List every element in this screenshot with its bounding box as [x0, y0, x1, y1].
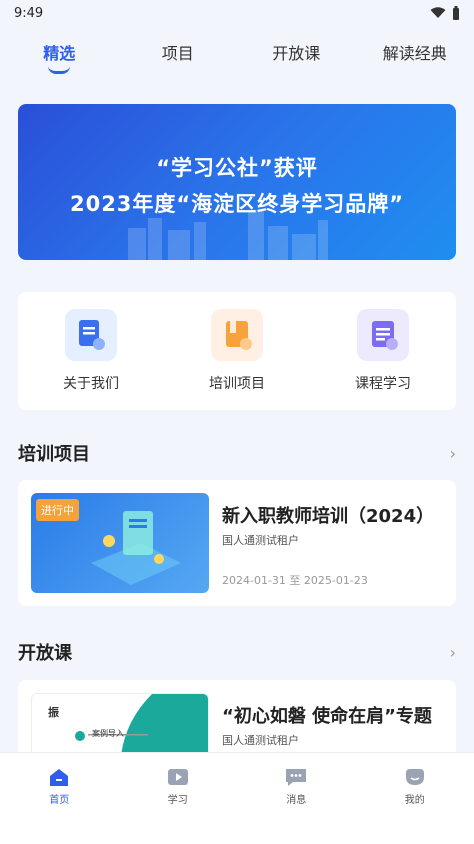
quick-link-label: 培训项目 [209, 376, 265, 392]
message-icon [286, 769, 307, 786]
training-section-header: 培训项目 › [18, 440, 456, 466]
wifi-icon [430, 7, 446, 18]
tab-label: 精选 [43, 44, 76, 63]
section-title: 培训项目 [18, 444, 90, 465]
home-icon [50, 769, 69, 786]
nav-label: 消息 [286, 795, 307, 806]
tab-label: 开放课 [272, 44, 321, 63]
battery-icon [453, 6, 459, 20]
course-org: 国人通测试租户 [222, 534, 299, 547]
tab-projects[interactable]: 项目 [128, 40, 228, 64]
course-title: 新入职教师培训（2024） [222, 506, 435, 527]
banner-line1: “学习公社”获评 [156, 156, 318, 180]
chevron-right-icon[interactable]: › [450, 643, 456, 662]
tab-open-courses[interactable]: 开放课 [246, 40, 346, 64]
quick-link-label: 课程学习 [355, 376, 411, 392]
top-tabs: 精选 项目 开放课 解读经典 [0, 30, 474, 74]
nav-messages[interactable]: 消息 [256, 767, 336, 844]
quick-link-about[interactable]: 关于我们 [31, 309, 151, 393]
tab-classics[interactable]: 解读经典 [365, 40, 465, 64]
training-book-icon [211, 309, 263, 361]
profile-icon [405, 769, 424, 785]
nav-label: 我的 [404, 795, 425, 806]
nav-label: 学习 [167, 795, 188, 806]
nav-profile[interactable]: 我的 [375, 767, 455, 844]
course-date: 2024-01-31 至 2025-01-23 [222, 574, 368, 587]
section-title: 开放课 [18, 643, 72, 664]
nav-home[interactable]: 首页 [19, 767, 99, 844]
quick-links-card: 关于我们 培训项目 课程学习 [18, 292, 456, 410]
tab-indicator [48, 66, 71, 74]
document-icon [65, 309, 117, 361]
thumb-text: 振 [48, 706, 59, 719]
course-thumbnail: 进行中 [31, 493, 209, 593]
bottom-nav: 首页 学习 消息 我的 [0, 752, 474, 844]
skyline-graphic [128, 210, 328, 260]
quick-link-training[interactable]: 培训项目 [177, 309, 297, 393]
thumb-text: 案例导入 [92, 729, 124, 738]
promo-banner[interactable]: “学习公社”获评 2023年度“海淀区终身学习品牌” [18, 104, 456, 260]
tab-selected[interactable]: 精选 [9, 40, 109, 74]
nav-label: 首页 [49, 795, 70, 806]
quick-link-label: 关于我们 [63, 376, 119, 392]
status-time: 9:49 [14, 5, 44, 21]
quick-link-course[interactable]: 课程学习 [323, 309, 443, 393]
course-org: 国人通测试租户 [222, 734, 299, 747]
training-course-card[interactable]: 进行中 新入职教师培训（2024） 国人通测试租户 2024-01-31 至 2… [18, 480, 456, 606]
open-section-header: 开放课 › [18, 639, 456, 665]
study-icon [167, 769, 188, 785]
status-badge: 进行中 [36, 499, 79, 521]
status-bar: 9:49 [0, 0, 474, 26]
nav-study[interactable]: 学习 [138, 767, 218, 844]
tab-label: 解读经典 [382, 44, 447, 63]
tab-label: 项目 [161, 44, 194, 63]
chevron-right-icon[interactable]: › [450, 444, 456, 463]
course-title: “初心如磐 使命在肩”专题 [222, 706, 432, 727]
course-list-icon [357, 309, 409, 361]
